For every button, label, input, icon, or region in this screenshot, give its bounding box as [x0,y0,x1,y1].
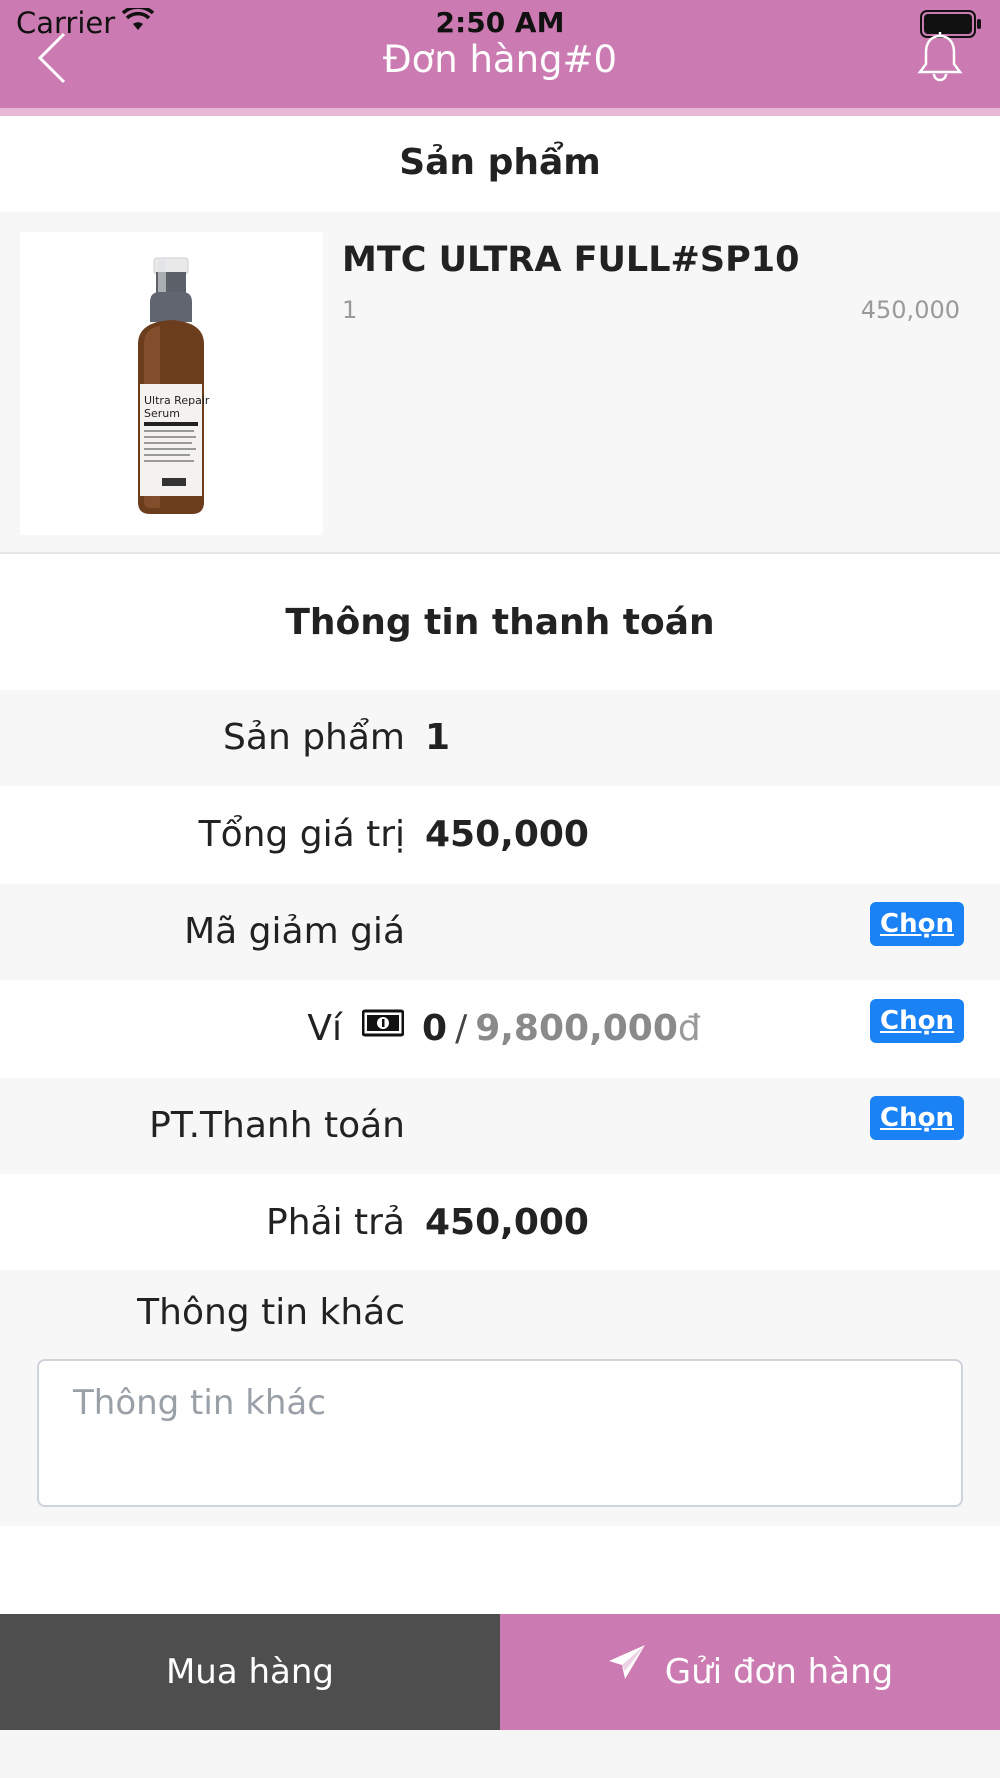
choose-wallet-button[interactable]: Chọn [870,999,964,1043]
choose-payment-method-button[interactable]: Chọn [870,1096,964,1140]
amount-due-label: Phải trả [265,1202,405,1243]
payment-section-title: Thông tin thanh toán [285,602,715,643]
send-order-button[interactable]: Gửi đơn hàng [500,1614,1000,1730]
row-discount: Mã giảm giá Chọn [0,884,1000,980]
row-product-count: Sản phẩm 1 [0,690,1000,786]
row-wallet: Ví 0/9,800,000đ Chọn [0,981,1000,1077]
clock: 2:50 AM [435,6,565,39]
discount-label: Mã giảm giá [184,911,405,952]
product-section-title: Sản phẩm [399,142,601,183]
paper-plane-icon [607,1612,647,1728]
navigation-bar: Carrier 2:50 AM Đơn hàng#0 [0,0,1000,112]
currency-unit: đ [677,1008,701,1049]
row-payment-method: PT.Thanh toán Chọn [0,1078,1000,1174]
money-icon [361,978,405,1074]
product-name: MTC ULTRA FULL#SP10 [342,240,800,280]
product-price: 450,000 [860,296,960,324]
page-title: Đơn hàng#0 [382,38,618,81]
row-amount-due: Phải trả 450,000 [0,1175,1000,1271]
other-info-label: Thông tin khác [137,1292,405,1333]
wallet-separator: / [455,1008,468,1049]
product-card[interactable]: Ultra Repair Serum MTC ULTRA FULL#SP10 1… [0,212,1000,554]
header-divider [0,108,1000,116]
other-info-input[interactable] [37,1359,963,1507]
buy-button[interactable]: Mua hàng [0,1614,500,1730]
bell-icon[interactable] [916,32,964,82]
wallet-max-value: 9,800,000 [475,1008,678,1049]
wallet-balance: 0/9,800,000đ [361,978,701,1077]
product-image-text-2: Serum [144,407,180,420]
product-image: Ultra Repair Serum [20,232,323,535]
total-label: Tổng giá trị [198,814,405,855]
bottom-safe-area [0,1730,1000,1778]
row-total: Tổng giá trị 450,000 [0,787,1000,883]
wallet-used-value: 0 [422,1008,448,1049]
wallet-label: Ví [307,1008,342,1049]
product-image-text-1: Ultra Repair [144,394,210,407]
send-order-label: Gửi đơn hàng [664,1652,894,1692]
product-count-label: Sản phẩm [223,717,405,758]
other-info-section: Thông tin khác [0,1270,1000,1526]
buy-button-label: Mua hàng [165,1652,335,1692]
payment-method-label: PT.Thanh toán [149,1105,405,1146]
total-value: 450,000 [425,814,589,855]
product-quantity: 1 [342,296,358,324]
choose-discount-button[interactable]: Chọn [870,902,964,946]
amount-due-value: 450,000 [425,1202,589,1243]
product-count-value: 1 [425,717,451,758]
